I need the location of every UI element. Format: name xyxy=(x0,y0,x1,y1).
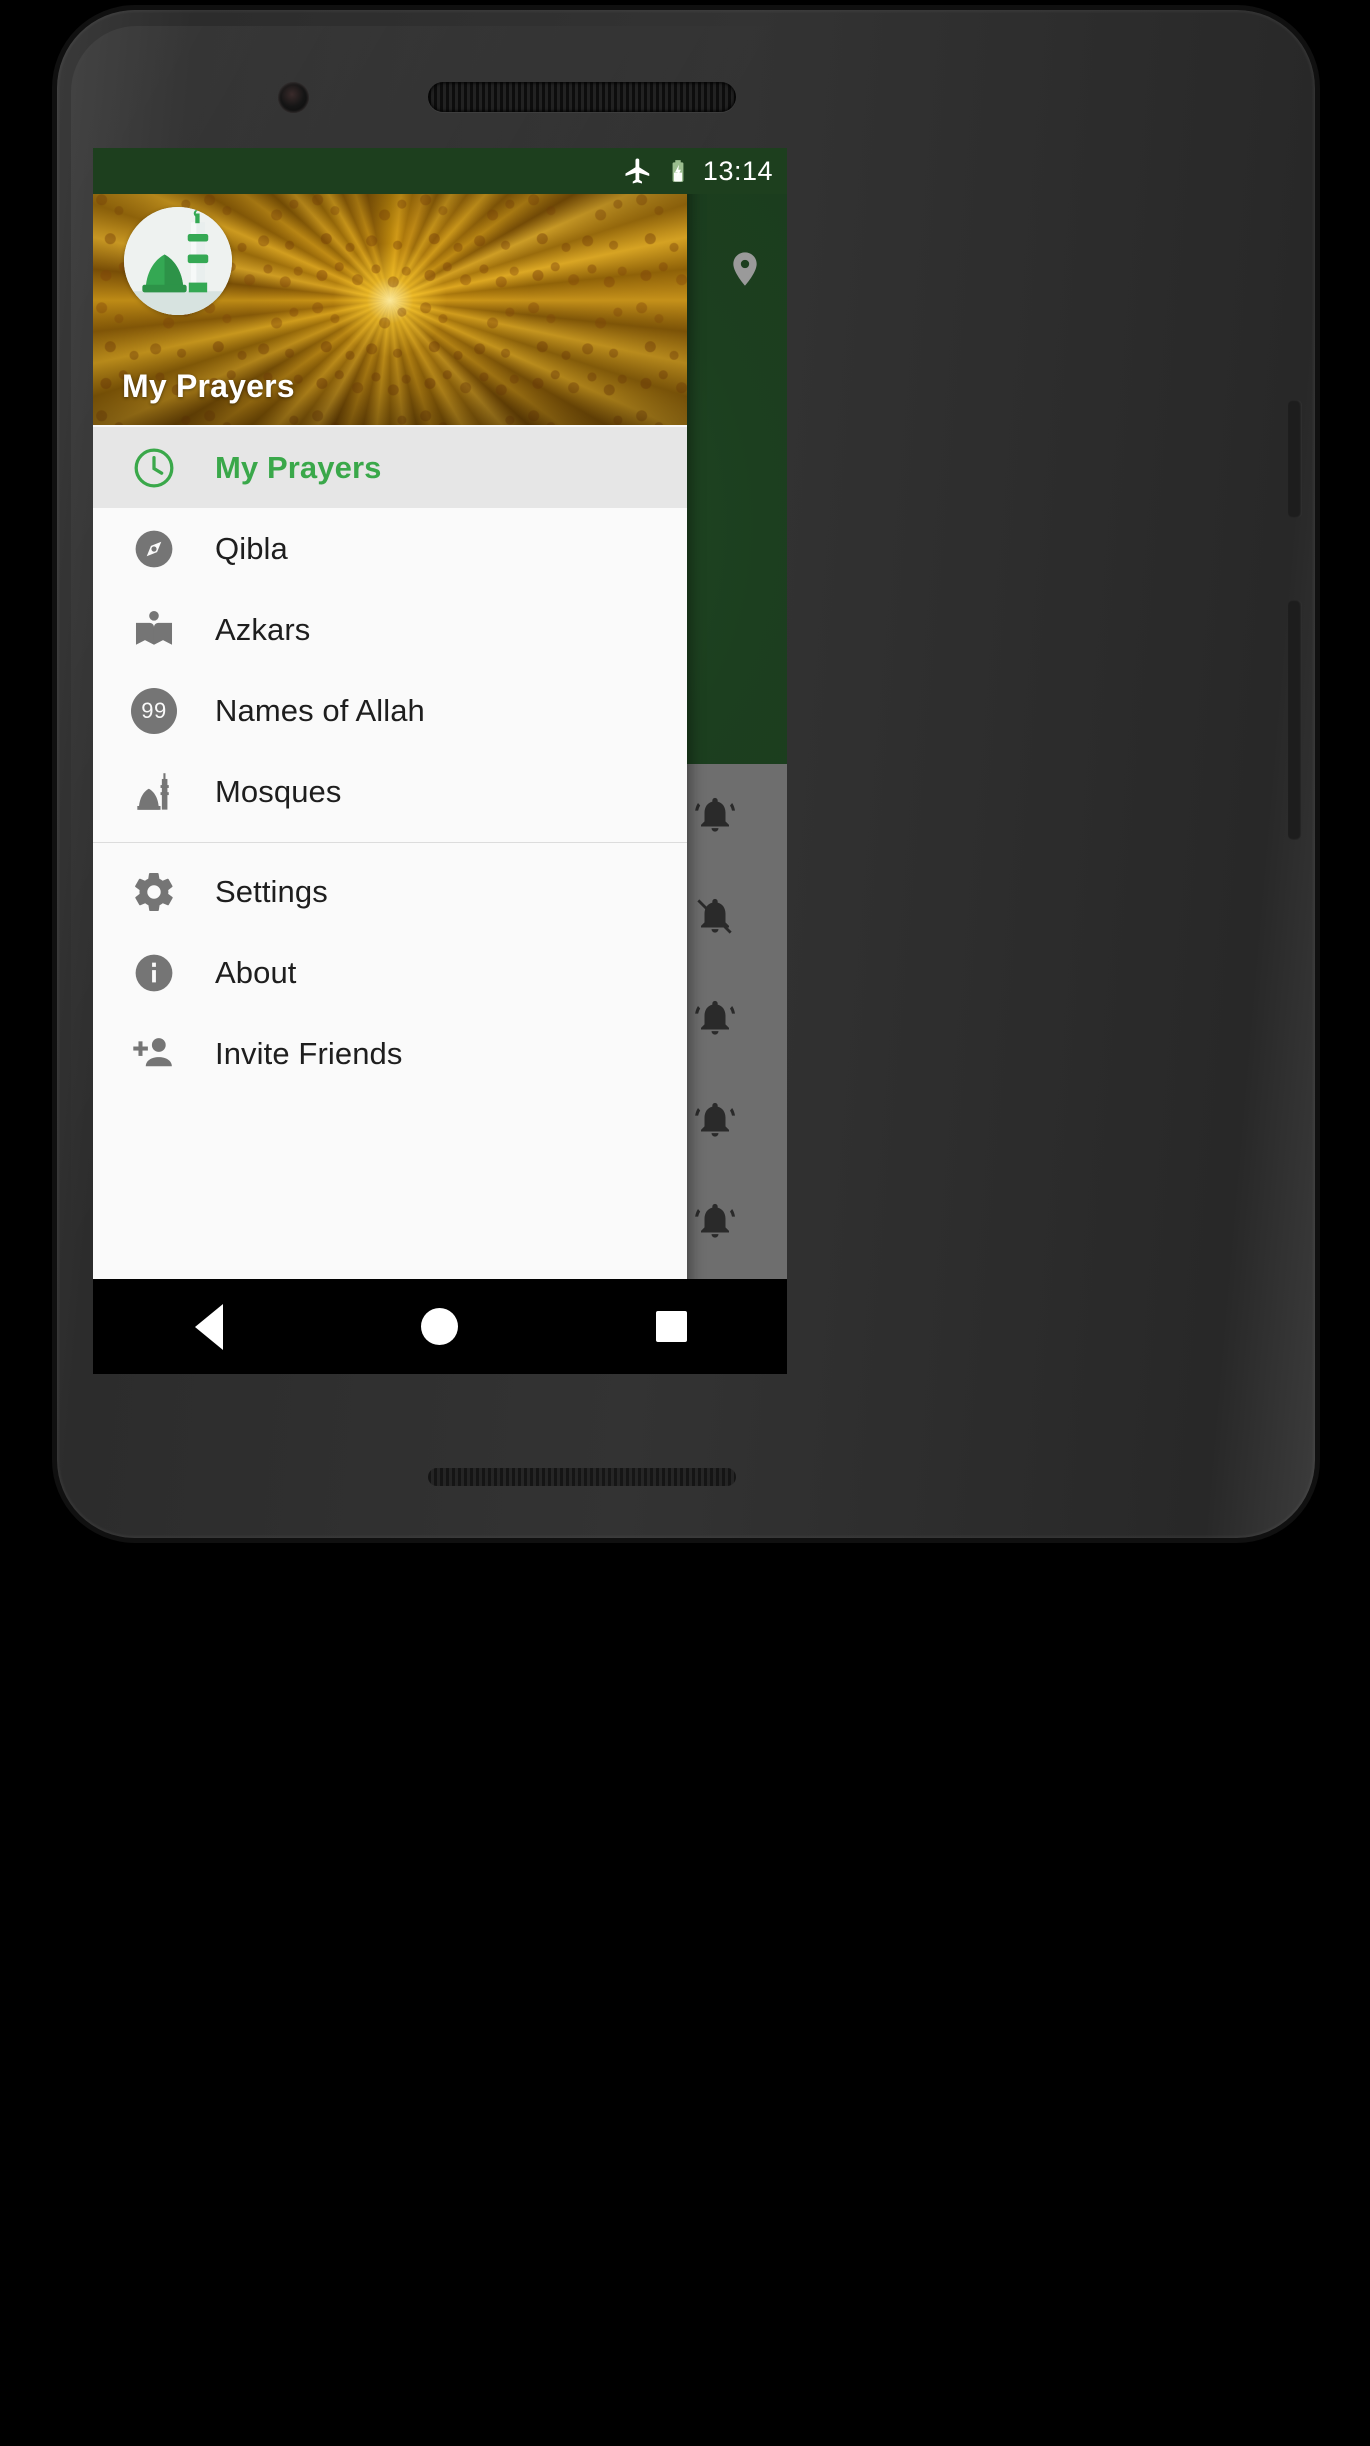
sidebar-item-label: Mosques xyxy=(215,773,342,809)
bell-active-icon[interactable] xyxy=(695,1199,735,1243)
recents-button[interactable] xyxy=(611,1279,731,1374)
home-button[interactable] xyxy=(380,1279,500,1374)
gear-icon xyxy=(93,869,215,915)
sidebar-item-names-of-allah[interactable]: 99 Names of Allah xyxy=(93,670,687,751)
bell-active-icon[interactable] xyxy=(695,1098,735,1142)
sidebar-item-label: Azkars xyxy=(215,611,311,647)
sidebar-item-my-prayers[interactable]: My Prayers xyxy=(93,427,687,508)
info-circle-icon xyxy=(93,950,215,996)
bell-off-icon[interactable] xyxy=(695,894,735,938)
bottom-speaker-grille xyxy=(428,1468,736,1486)
clock-icon xyxy=(93,445,215,491)
volume-button[interactable] xyxy=(1288,600,1302,840)
sidebar-item-qibla[interactable]: Qibla xyxy=(93,508,687,589)
sidebar-item-settings[interactable]: Settings xyxy=(93,851,687,932)
sidebar-item-label: Invite Friends xyxy=(215,1035,403,1071)
status-bar: 13:14 xyxy=(93,148,787,194)
bell-active-icon[interactable] xyxy=(695,793,735,837)
mosque-icon xyxy=(93,769,215,815)
sidebar-item-mosques[interactable]: Mosques xyxy=(93,751,687,832)
sidebar-item-label: Qibla xyxy=(215,530,288,566)
sidebar-item-invite-friends[interactable]: Invite Friends xyxy=(93,1013,687,1094)
earpiece-speaker-grille xyxy=(428,82,736,112)
sidebar-item-label: My Prayers xyxy=(215,449,382,485)
power-button[interactable] xyxy=(1288,400,1302,518)
front-camera-icon xyxy=(278,82,309,113)
home-circle-icon xyxy=(421,1308,459,1345)
badge-99-icon: 99 xyxy=(93,687,215,734)
compass-icon xyxy=(93,526,215,572)
back-triangle-icon xyxy=(194,1303,223,1350)
sidebar-item-about[interactable]: About xyxy=(93,932,687,1013)
android-navigation-bar xyxy=(93,1279,787,1374)
back-button[interactable] xyxy=(149,1279,269,1374)
drawer-menu-list: My Prayers Qibla Azkars 99 Names of Alla… xyxy=(93,425,687,1374)
mosque-logo-icon xyxy=(124,207,232,315)
airplane-mode-icon xyxy=(623,156,653,186)
status-bar-clock: 13:14 xyxy=(702,155,773,186)
sidebar-item-label: About xyxy=(215,954,297,990)
navigation-drawer: My Prayers My Prayers Qibla Azkars 99 Na… xyxy=(93,148,687,1374)
phone-screen: Erbil 06:00 07:18 12:15 xyxy=(93,148,787,1374)
battery-charging-icon xyxy=(665,156,691,186)
sidebar-item-label: Names of Allah xyxy=(215,692,425,728)
book-icon xyxy=(93,607,215,653)
recents-square-icon xyxy=(655,1311,687,1342)
location-pin-icon[interactable] xyxy=(725,244,765,294)
person-add-icon xyxy=(93,1031,215,1077)
sidebar-item-azkars[interactable]: Azkars xyxy=(93,589,687,670)
badge-99-text: 99 xyxy=(131,687,177,734)
drawer-app-name: My Prayers xyxy=(122,368,295,404)
sidebar-item-label: Settings xyxy=(215,873,328,909)
bell-active-icon[interactable] xyxy=(695,996,735,1040)
menu-divider xyxy=(93,842,687,843)
